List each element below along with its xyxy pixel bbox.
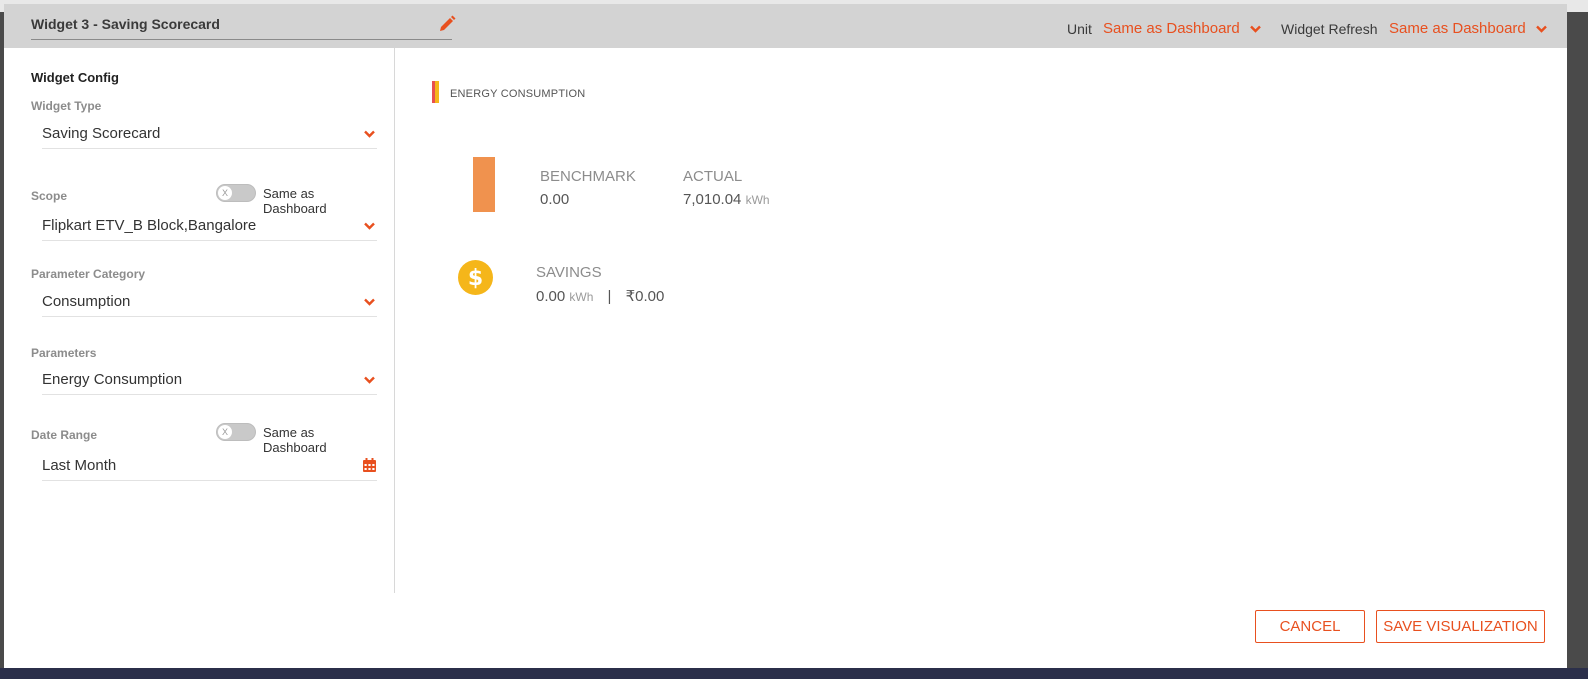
widget-config-panel: Widget Config Widget Type Saving Scoreca…: [4, 48, 395, 593]
chevron-down-icon: [364, 130, 375, 138]
benchmark-bar: [473, 157, 495, 212]
scope-same-as-dashboard-toggle[interactable]: X Same as Dashboard: [216, 183, 378, 216]
scope-value: Flipkart ETV_B Block,Bangalore: [42, 217, 257, 234]
cancel-button[interactable]: CANCEL: [1255, 610, 1365, 643]
date-range-same-as-dashboard-toggle[interactable]: X Same as Dashboard: [216, 422, 378, 455]
chevron-down-icon: [364, 222, 375, 230]
toggle-knob: X: [218, 186, 232, 200]
savings-unit: kWh: [569, 290, 594, 304]
scope-select[interactable]: Flipkart ETV_B Block,Bangalore: [42, 212, 377, 241]
widget-refresh-select-value: Same as Dashboard: [1389, 20, 1526, 37]
toggle-label: Same as Dashboard: [263, 425, 327, 455]
parameters-select[interactable]: Energy Consumption: [42, 366, 377, 395]
widget-refresh-select[interactable]: Same as Dashboard: [1389, 20, 1547, 37]
pencil-icon[interactable]: [438, 15, 456, 33]
benchmark-label: BENCHMARK: [540, 168, 636, 185]
parameters-label: Parameters: [31, 346, 97, 360]
widget-type-select[interactable]: Saving Scorecard: [42, 120, 377, 149]
date-range-value: Last Month: [42, 457, 117, 474]
savings-separator: |: [607, 288, 612, 305]
savings-value-row: 0.00 kWh | ₹0.00: [536, 287, 664, 305]
widget-type-value: Saving Scorecard: [42, 125, 161, 142]
parameter-category-value: Consumption: [42, 293, 131, 310]
widget-config-title: Widget Config: [31, 70, 119, 85]
chevron-down-icon: [1250, 25, 1261, 33]
savings-money: ₹0.00: [625, 288, 665, 305]
date-range-picker[interactable]: Last Month: [42, 452, 377, 481]
widget-type-label: Widget Type: [31, 99, 102, 113]
scope-label: Scope: [31, 189, 68, 203]
unit-select-value: Same as Dashboard: [1103, 20, 1240, 37]
calendar-icon[interactable]: [362, 458, 377, 473]
actual-value: 7,010.04: [683, 191, 742, 208]
toggle-knob: X: [218, 425, 232, 439]
parameter-category-select[interactable]: Consumption: [42, 288, 377, 317]
actual-value-row: 7,010.04 kWh: [683, 191, 770, 208]
background-page-footer: [0, 668, 1588, 679]
preview-title: ENERGY CONSUMPTION: [450, 88, 586, 100]
chevron-down-icon: [364, 298, 375, 306]
date-range-label: Date Range: [31, 428, 98, 442]
save-visualization-button[interactable]: SAVE VISUALIZATION: [1376, 610, 1545, 643]
title-accent-icon: [432, 81, 439, 103]
toggle-switch[interactable]: X: [216, 184, 256, 202]
toggle-switch[interactable]: X: [216, 423, 256, 441]
unit-select[interactable]: Same as Dashboard: [1103, 20, 1261, 37]
parameter-category-label: Parameter Category: [31, 267, 146, 281]
parameters-value: Energy Consumption: [42, 371, 183, 388]
actual-unit: kWh: [745, 193, 770, 207]
chevron-down-icon: [1536, 25, 1547, 33]
widget-refresh-label: Widget Refresh: [1281, 21, 1378, 37]
savings-value: 0.00: [536, 288, 566, 305]
dollar-symbol: $: [468, 266, 483, 291]
benchmark-value: 0.00: [540, 191, 570, 208]
unit-label: Unit: [1067, 21, 1092, 37]
actual-label: ACTUAL: [683, 168, 743, 185]
widget-preview: ENERGY CONSUMPTION BENCHMARK 0.00 ACTUAL…: [395, 48, 1567, 593]
chevron-down-icon: [364, 376, 375, 384]
modal-header: Widget 3 - Saving Scorecard Unit Same as…: [4, 4, 1567, 48]
widget-title: Widget 3 - Saving Scorecard: [31, 16, 220, 32]
savings-label: SAVINGS: [536, 264, 602, 281]
widget-config-modal: Widget 3 - Saving Scorecard Unit Same as…: [4, 4, 1567, 668]
dollar-circle-icon: $: [458, 260, 493, 295]
widget-title-field[interactable]: Widget 3 - Saving Scorecard: [31, 14, 456, 40]
